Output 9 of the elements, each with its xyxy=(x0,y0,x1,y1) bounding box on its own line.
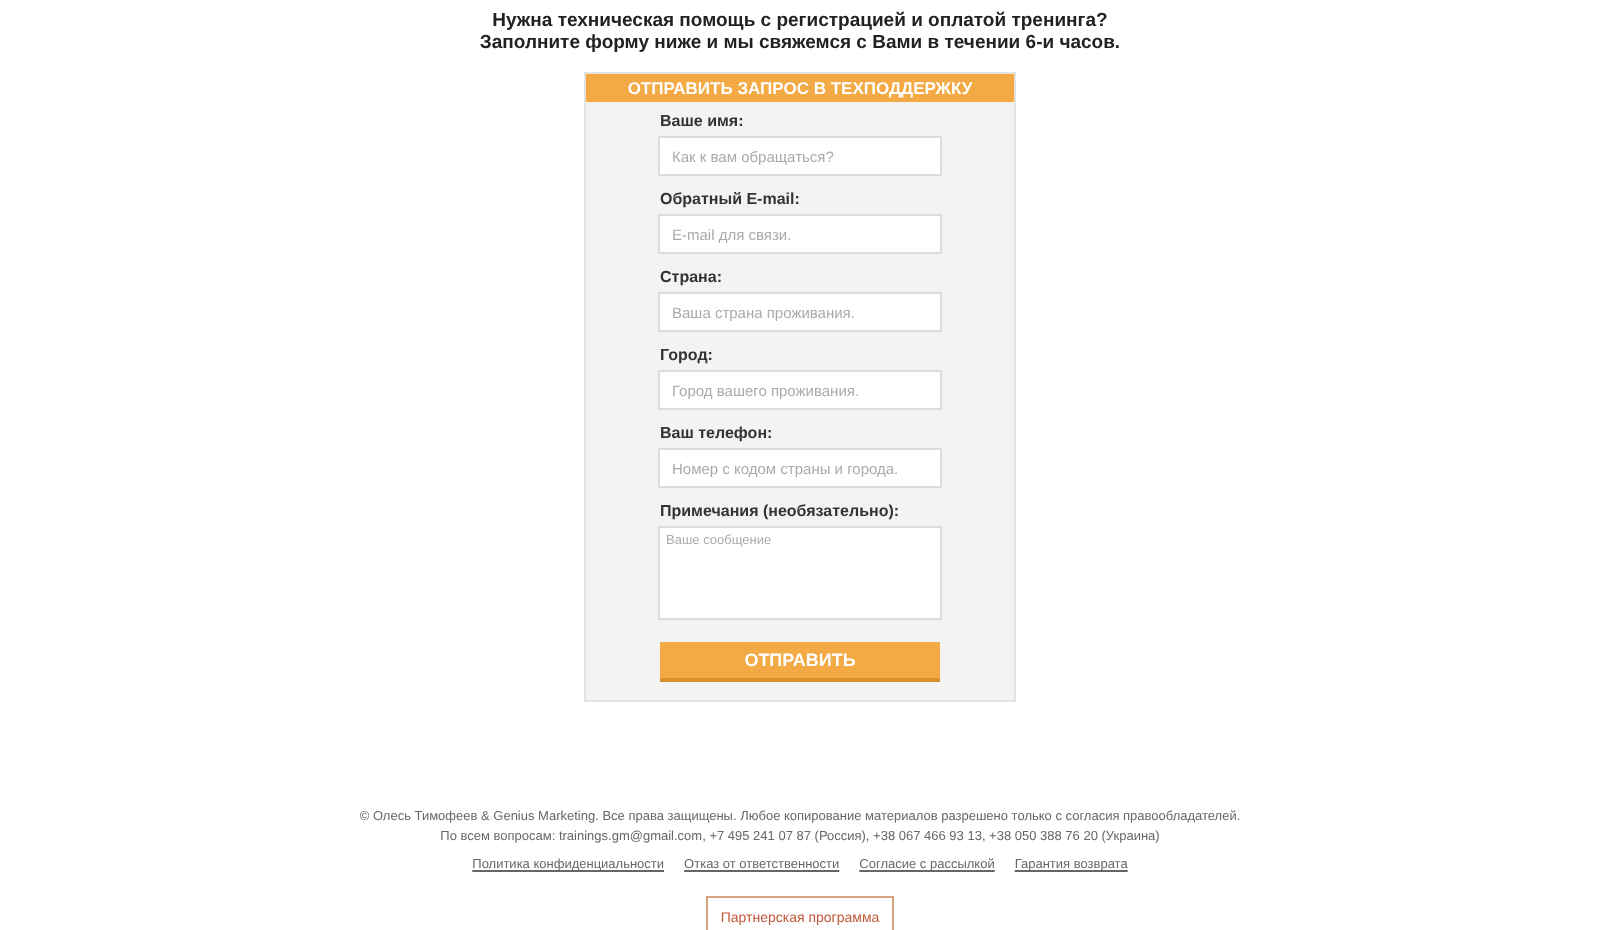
field-label: Ваше имя: xyxy=(660,112,746,130)
form-title: ОТПРАВИТЬ ЗАПРОС В ТЕХПОДДЕРЖКУ xyxy=(586,74,1014,102)
field-label: Город: xyxy=(660,346,715,364)
field-label: Примечания (необязательно): xyxy=(660,502,902,520)
field-label: Обратный E-mail: xyxy=(660,190,802,208)
field-label: Страна: xyxy=(660,268,724,286)
field-label: Ваш телефон: xyxy=(660,424,775,442)
heading-text: Заполните форму ниже и мы свяжемся с Вами в течении 6-и часов. xyxy=(479,32,1121,54)
heading-text: Нужна техническая помощь с регистрацией и оплатой тренинга? xyxy=(492,10,1108,32)
